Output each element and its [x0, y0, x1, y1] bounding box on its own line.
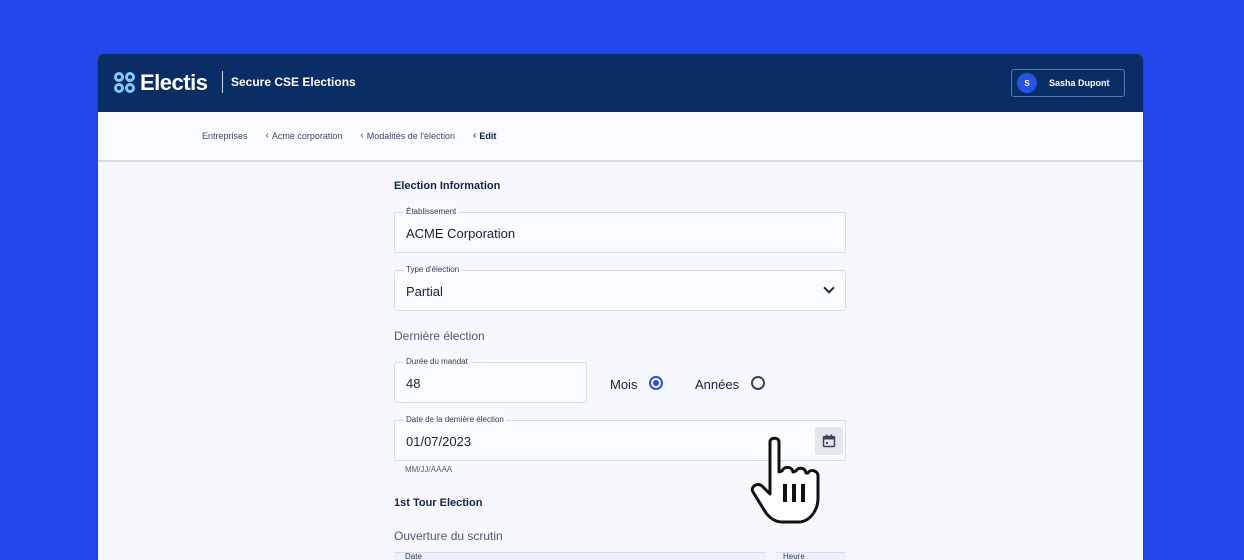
section-title-info: Election Information	[394, 180, 501, 192]
page-background: Electis Secure CSE Elections S Sasha Dup…	[0, 0, 1244, 560]
subheading-derniere-election: Dernière élection	[394, 329, 485, 343]
chevron-left-icon: ‹	[473, 130, 477, 141]
avatar: S	[1017, 73, 1037, 93]
logo-icon	[114, 72, 136, 94]
breadcrumb: Entreprises ‹ Acme corporation ‹ Modalit…	[202, 130, 514, 141]
top-navbar: Electis Secure CSE Elections S Sasha Dup…	[98, 54, 1143, 112]
app-window: Electis Secure CSE Elections S Sasha Dup…	[98, 54, 1143, 560]
breadcrumb-bar: Entreprises ‹ Acme corporation ‹ Modalit…	[98, 112, 1143, 162]
breadcrumb-item-entreprises[interactable]: Entreprises	[202, 131, 248, 141]
chevron-down-icon	[823, 282, 835, 294]
breadcrumb-item-modalites[interactable]: ‹ Modalités de l'élection	[360, 130, 455, 141]
breadcrumb-label: Modalités de l'élection	[366, 130, 456, 141]
hand-pointer-cursor-icon	[750, 436, 820, 524]
duree-mandat-field[interactable]: Durée du mandat 48	[394, 357, 587, 403]
logo[interactable]: Electis	[114, 70, 208, 96]
field-value: Partial	[406, 284, 443, 299]
field-label: Date	[405, 552, 422, 560]
calendar-icon	[822, 434, 836, 448]
radio-annees[interactable]	[751, 376, 765, 390]
breadcrumb-label: Edit	[479, 130, 497, 141]
chevron-left-icon: ‹	[265, 130, 269, 141]
field-label: Date de la dernière élection	[404, 415, 506, 424]
etablissement-field[interactable]: Établissement ACME Corporation	[394, 207, 846, 253]
field-value: 01/07/2023	[406, 434, 472, 449]
field-label: Durée du mandat	[404, 357, 470, 366]
header-divider	[222, 71, 223, 93]
chevron-left-icon: ‹	[360, 130, 364, 141]
radio-label-mois[interactable]: Mois	[610, 377, 637, 392]
field-value: ACME Corporation	[406, 226, 516, 241]
user-name: Sasha Dupont	[1049, 78, 1110, 88]
breadcrumb-item-acme[interactable]: ‹ Acme corporation	[266, 130, 343, 141]
field-label: Type d'élection	[404, 265, 462, 274]
breadcrumb-label: Acme corporation	[271, 130, 343, 141]
field-value: 48	[406, 376, 421, 391]
section-title-tour: 1st Tour Election	[394, 497, 483, 509]
field-label: Heure	[783, 552, 805, 560]
user-menu-button[interactable]: S Sasha Dupont	[1011, 69, 1125, 97]
subheading-ouverture: Ouverture du scrutin	[394, 529, 503, 543]
date-format-hint: MM/JJ/AAAA	[405, 465, 453, 474]
radio-mois[interactable]	[649, 376, 663, 390]
breadcrumb-item-edit[interactable]: ‹ Edit	[473, 130, 496, 141]
radio-label-annees[interactable]: Années	[695, 377, 739, 392]
app-title: Secure CSE Elections	[231, 75, 356, 89]
breadcrumb-label: Entreprises	[202, 130, 248, 141]
field-label: Établissement	[404, 207, 459, 216]
heure-field[interactable]: Heure	[776, 552, 846, 560]
type-election-select[interactable]: Type d'élection Partial	[394, 265, 846, 311]
logo-text: Electis	[140, 70, 208, 95]
date-field[interactable]: Date	[394, 552, 766, 560]
